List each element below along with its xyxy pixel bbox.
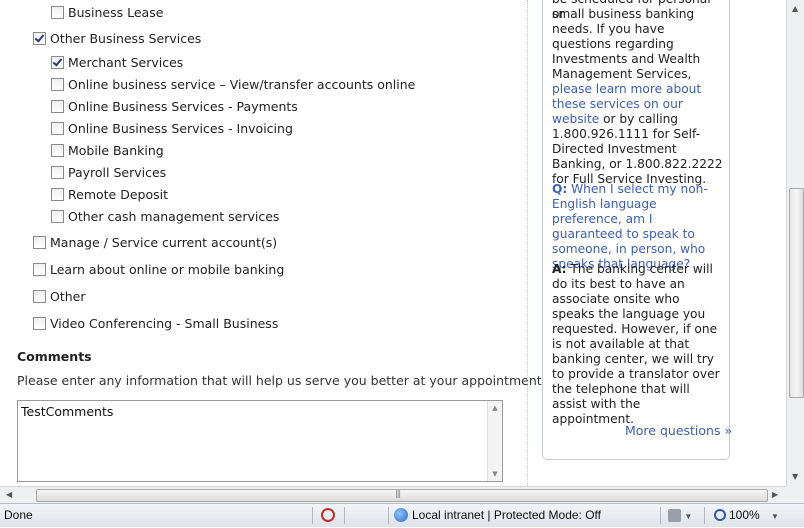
option-label: Learn about online or mobile banking: [50, 261, 285, 277]
option-label: Online Business Services - Payments: [68, 98, 298, 114]
status-separator: [388, 507, 389, 524]
option-label: Business Lease: [68, 4, 164, 20]
security-zone[interactable]: Local intranet | Protected Mode: Off: [394, 504, 601, 527]
privacy-icon[interactable]: [321, 504, 335, 527]
scroll-down-arrow-icon[interactable]: ▼: [792, 472, 798, 481]
faq-answer-1: small business banking needs. If you hav…: [552, 7, 724, 187]
option-label: Merchant Services: [68, 54, 184, 70]
option-other-business-services[interactable]: Other Business Services: [33, 29, 201, 47]
page-viewport: Business Lease Other Business Services M…: [0, 0, 786, 486]
zoom-level: 100%: [729, 508, 760, 522]
scrollbar-corner: [786, 486, 804, 503]
checkbox[interactable]: [51, 209, 64, 223]
faq-answer-2: A: The banking center will do its best t…: [552, 262, 724, 427]
status-text: Done: [4, 508, 33, 522]
faq-answer-1-text-a: small business banking needs. If you hav…: [552, 7, 701, 81]
option-business-lease[interactable]: Business Lease: [51, 3, 163, 21]
local-intranet-globe-icon: [394, 508, 408, 522]
scroll-up-arrow-icon[interactable]: ▲: [792, 4, 798, 13]
sub-option-payroll[interactable]: Payroll Services: [51, 163, 166, 181]
textarea-scrollbar[interactable]: ▲ ▼: [487, 401, 502, 481]
checkbox[interactable]: [33, 235, 46, 249]
option-label: Other Business Services: [50, 30, 202, 46]
status-separator: [704, 507, 705, 524]
sub-option-view-transfer[interactable]: Online business service – View/transfer …: [51, 75, 415, 93]
checkbox[interactable]: [51, 99, 64, 113]
option-video-conferencing[interactable]: Video Conferencing - Small Business: [33, 314, 278, 332]
status-separator: [660, 507, 661, 524]
sub-option-payments[interactable]: Online Business Services - Payments: [51, 97, 298, 115]
option-learn-online-mobile[interactable]: Learn about online or mobile banking: [33, 260, 284, 278]
zoom-control[interactable]: 100% ▼: [714, 504, 779, 527]
option-label: Other: [50, 288, 86, 304]
status-bar: Done Local intranet | Protected Mode: Of…: [0, 503, 804, 527]
scroll-left-arrow-icon[interactable]: ◀: [6, 490, 12, 499]
sub-option-cash-management[interactable]: Other cash management services: [51, 207, 279, 225]
a-prefix: A:: [552, 262, 567, 276]
scroll-up-arrow-icon[interactable]: ▲: [488, 401, 502, 415]
scroll-down-arrow-icon[interactable]: ▼: [488, 467, 502, 481]
comments-instructions: Please enter any information that will h…: [17, 373, 551, 388]
comments-heading: Comments: [17, 349, 92, 364]
checkbox[interactable]: [51, 187, 64, 201]
status-separator: [344, 507, 345, 524]
checkbox[interactable]: [33, 316, 46, 330]
comments-hint-text: Please enter any information that will h…: [17, 373, 546, 389]
comments-textarea[interactable]: TestComments ▲ ▼: [17, 400, 503, 482]
checkbox[interactable]: [33, 262, 46, 276]
q-prefix: Q:: [552, 182, 568, 196]
option-label: Manage / Service current account(s): [50, 234, 278, 250]
checkbox-checked[interactable]: [33, 31, 46, 45]
checkbox[interactable]: [51, 143, 64, 157]
checkbox[interactable]: [51, 121, 64, 135]
zone-text: Local intranet | Protected Mode: Off: [412, 508, 601, 522]
checkbox[interactable]: [33, 289, 46, 303]
sub-option-remote-deposit[interactable]: Remote Deposit: [51, 185, 168, 203]
scroll-grip-icon: |||: [395, 489, 401, 498]
checkbox[interactable]: [51, 165, 64, 179]
faq-question-2-text: When I select my non-English language pr…: [552, 182, 708, 271]
comments-value: TestComments: [21, 404, 114, 419]
chevron-down-icon: ▼: [771, 512, 779, 521]
vertical-scrollbar[interactable]: ▲ ▼: [786, 0, 804, 486]
vertical-scroll-thumb[interactable]: [789, 188, 804, 398]
option-label: Video Conferencing - Small Business: [50, 315, 279, 331]
option-label: Remote Deposit: [68, 186, 168, 202]
status-separator: [312, 507, 313, 524]
faq-answer-2-text: The banking center will do its best to h…: [552, 262, 720, 426]
checkbox-checked[interactable]: [51, 55, 64, 69]
sub-option-mobile-banking[interactable]: Mobile Banking: [51, 141, 164, 159]
checkbox[interactable]: [51, 77, 64, 91]
scroll-right-arrow-icon[interactable]: ▶: [772, 490, 778, 499]
horizontal-scrollbar[interactable]: ◀ ||| ▶: [0, 486, 786, 503]
option-label: Online Business Services - Invoicing: [68, 120, 293, 136]
option-label: Online business service – View/transfer …: [68, 76, 416, 92]
security-settings-icon[interactable]: ▼: [668, 504, 692, 527]
more-questions-link[interactable]: More questions »: [625, 423, 732, 438]
option-label: Other cash management services: [68, 208, 280, 224]
checkbox[interactable]: [51, 5, 64, 19]
column-divider: [527, 0, 528, 486]
zoom-magnifier-icon: [714, 509, 726, 521]
faq-question-2[interactable]: Q: When I select my non-English language…: [552, 182, 724, 272]
option-label: Mobile Banking: [68, 142, 164, 158]
sub-option-invoicing[interactable]: Online Business Services - Invoicing: [51, 119, 293, 137]
option-manage-current-account[interactable]: Manage / Service current account(s): [33, 233, 277, 251]
sub-option-merchant-services[interactable]: Merchant Services: [51, 53, 183, 71]
horizontal-scroll-thumb[interactable]: [36, 489, 768, 502]
option-other[interactable]: Other: [33, 287, 86, 305]
option-label: Payroll Services: [68, 164, 167, 180]
